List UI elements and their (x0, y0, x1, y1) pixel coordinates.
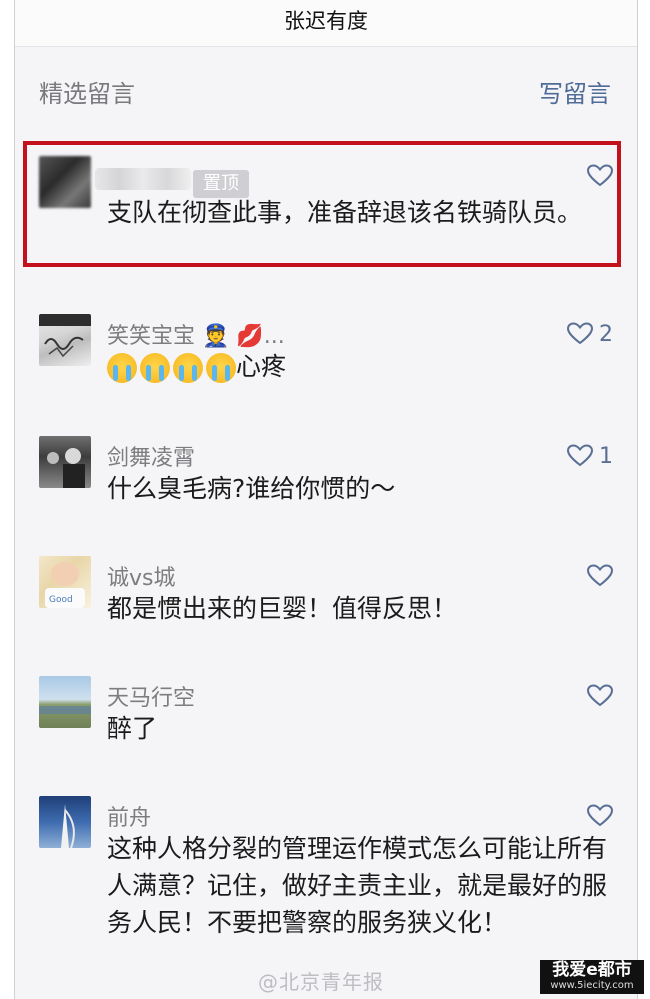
comment-username: 笑笑宝宝 👮 💋... (107, 324, 285, 349)
baby-avatar-image: Good (45, 562, 85, 608)
name-emoji-suffix: 👮 💋... (202, 324, 285, 349)
site-badge: 我爱e都市 www.5iecity.com (540, 960, 644, 994)
comments-section-header: 精选留言 写留言 (15, 70, 637, 114)
like-count: 2 (599, 321, 613, 347)
avatar[interactable] (39, 314, 91, 366)
like-button[interactable] (587, 682, 613, 710)
site-badge-main: 我爱e都市 (552, 960, 632, 980)
handwriting-avatar-image (39, 314, 91, 358)
comment-text-words: 心疼 (236, 352, 287, 381)
avatar[interactable] (39, 676, 91, 728)
section-title: 精选留言 (39, 80, 135, 108)
like-button[interactable] (587, 802, 613, 830)
like-button[interactable] (587, 162, 613, 190)
crying-face-emoji-icon (206, 353, 236, 383)
like-button[interactable]: 1 (567, 442, 613, 470)
avatar[interactable] (39, 156, 91, 208)
like-count: 1 (599, 443, 613, 469)
like-button[interactable]: 2 (567, 320, 613, 348)
blurred-username (95, 168, 191, 190)
comment-username: 诚vs城 (107, 566, 176, 591)
comment-username: 前舟 (107, 806, 152, 831)
heart-icon (587, 164, 613, 187)
app-frame: 张迟有度 精选留言 写留言 置顶 支队在彻查此事，准备辞退该名铁骑队员。 笑笑宝… (14, 0, 638, 999)
avatar[interactable]: Good (39, 556, 91, 608)
comment-username: 剑舞凌霄 (107, 446, 196, 471)
heart-icon (587, 564, 613, 587)
comment-text: 心疼 (107, 348, 607, 385)
comment-text: 这种人格分裂的管理运作模式怎么可能让所有人满意？记住，做好主责主业，就是最好的服… (107, 834, 608, 937)
crying-face-emoji-icon (173, 353, 203, 383)
avatar[interactable] (39, 436, 91, 488)
avatar[interactable] (39, 796, 91, 848)
comment-text: 醉了 (107, 714, 158, 743)
comment-text: 支队在彻查此事，准备辞退该名铁骑队员。 (107, 198, 583, 227)
svg-text:Good: Good (49, 595, 73, 605)
person-avatar-image (47, 448, 85, 488)
crying-face-emoji-icon (107, 353, 137, 383)
tower-avatar-image (61, 804, 75, 848)
weibo-watermark: @北京青年报 (258, 970, 384, 994)
comment-text: 什么臭毛病?谁给你惯的～ (107, 474, 396, 503)
landscape-avatar-image (39, 706, 91, 714)
heart-icon (567, 322, 593, 345)
site-badge-url: www.5iecity.com (550, 980, 634, 991)
like-button[interactable] (587, 562, 613, 590)
comment-text: 都是惯出来的巨婴！值得反思！ (107, 594, 458, 623)
heart-icon (587, 804, 613, 827)
write-comment-button[interactable]: 写留言 (539, 74, 611, 109)
comment-username: 天马行空 (107, 686, 196, 711)
page-title: 张迟有度 (15, 0, 637, 47)
heart-icon (587, 684, 613, 707)
crying-face-emoji-icon (140, 353, 170, 383)
heart-icon (567, 444, 593, 467)
crying-emoji-group (107, 353, 236, 383)
